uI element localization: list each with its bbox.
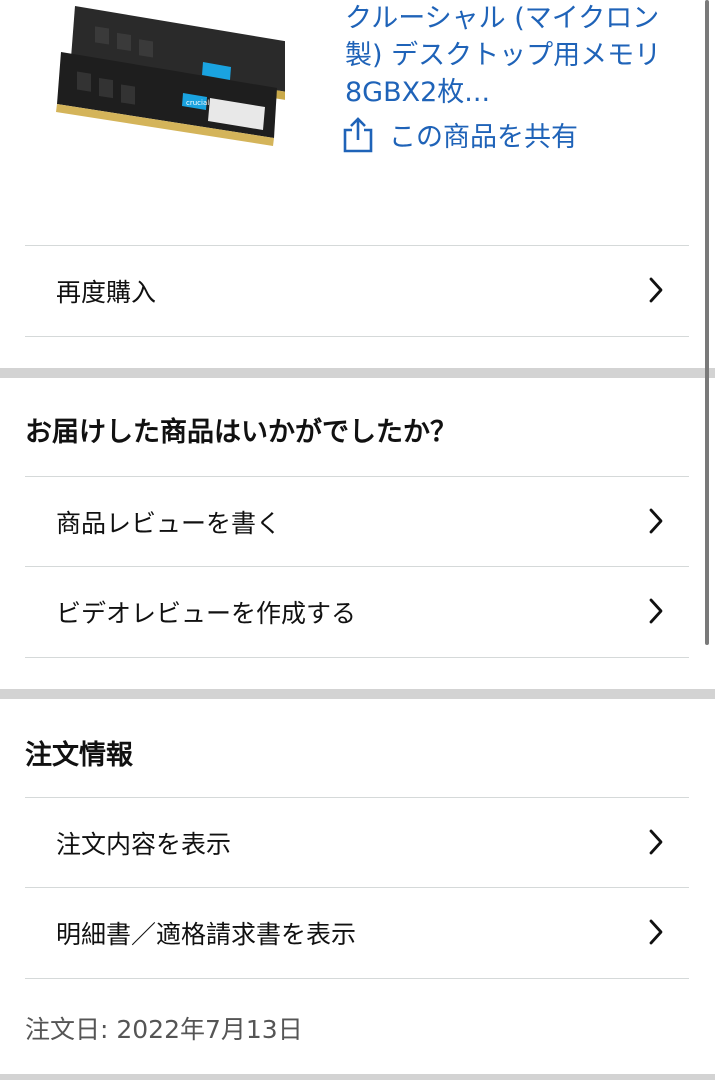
chevron-right-icon (649, 508, 663, 534)
product-image[interactable]: crucial (55, 0, 290, 150)
share-product-link[interactable]: この商品を共有 (343, 115, 578, 154)
write-review-row[interactable]: 商品レビューを書く (25, 476, 689, 566)
buy-again-row[interactable]: 再度購入 (25, 245, 689, 335)
video-review-row[interactable]: ビデオレビューを作成する (25, 566, 689, 656)
review-section-heading: お届けした商品はいかがでしたか？ (25, 417, 457, 448)
divider (25, 336, 689, 337)
view-invoice-label: 明細書／適格請求書を表示 (56, 919, 357, 949)
divider (25, 657, 689, 658)
section-separator (0, 689, 715, 699)
order-detail-page: crucial クルーシャル (マイクロン製) デスクトップ用メモリ 8GBX2… (0, 0, 715, 1080)
chevron-right-icon (649, 829, 663, 855)
svg-text:crucial: crucial (186, 99, 209, 107)
chevron-right-icon (649, 598, 663, 624)
section-separator (0, 368, 715, 378)
video-review-label: ビデオレビューを作成する (56, 598, 357, 628)
write-review-label: 商品レビューを書く (56, 508, 282, 538)
order-date: 注文日: 2022年7月13日 (25, 1015, 303, 1044)
view-order-details-label: 注文内容を表示 (56, 829, 232, 859)
chevron-right-icon (649, 277, 663, 303)
view-invoice-row[interactable]: 明細書／適格請求書を表示 (25, 887, 689, 977)
ram-module-image: crucial (56, 6, 290, 146)
divider (25, 978, 689, 979)
buy-again-label: 再度購入 (56, 277, 157, 307)
view-order-details-row[interactable]: 注文内容を表示 (25, 797, 689, 887)
order-info-heading: 注文情報 (25, 740, 133, 771)
section-separator (0, 1074, 715, 1080)
share-label: この商品を共有 (389, 122, 578, 153)
share-icon (343, 116, 373, 152)
product-title-link[interactable]: クルーシャル (マイクロン製) デスクトップ用メモリ 8GBX2枚... (345, 0, 685, 111)
chevron-right-icon (649, 919, 663, 945)
scrollbar[interactable] (705, 0, 709, 645)
